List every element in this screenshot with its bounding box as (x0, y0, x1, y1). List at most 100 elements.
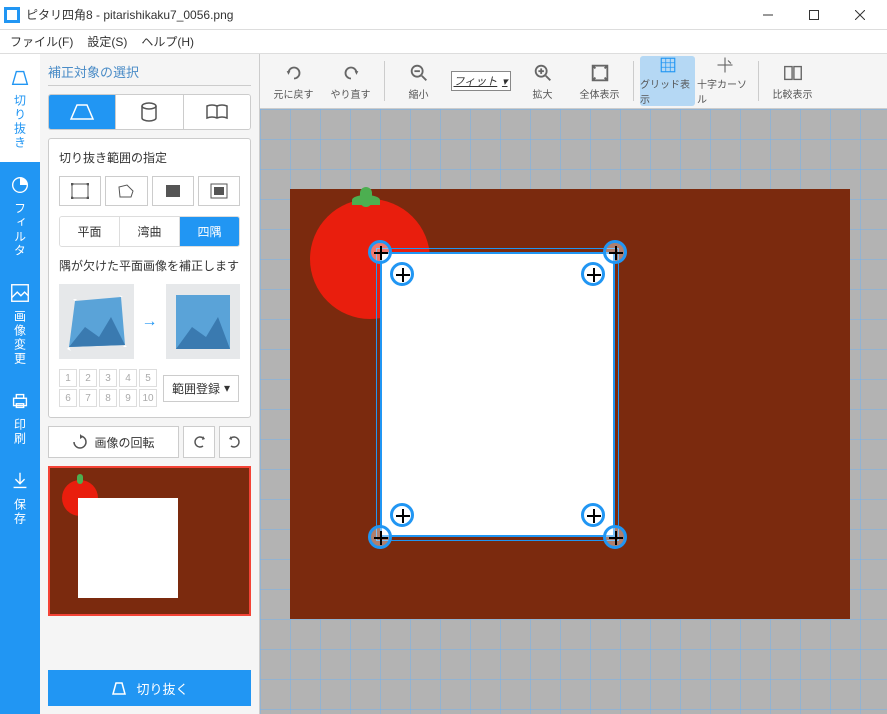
fit-select-container: フィット ▾ (448, 71, 513, 91)
sidebar: 補正対象の選択 切り抜き範囲の指定 平面 湾曲 四隅 (40, 54, 260, 714)
mode-tab-cylinder[interactable] (116, 95, 183, 129)
menu-help[interactable]: ヘルプ(H) (135, 30, 200, 53)
num-5[interactable]: 5 (139, 369, 157, 387)
rail-print-label: 印刷 (12, 418, 29, 446)
menu-file[interactable]: ファイル(F) (4, 30, 79, 53)
zoomout-icon (408, 62, 430, 84)
separator (633, 61, 634, 101)
num-10[interactable]: 10 (139, 389, 157, 407)
shape-poly[interactable] (105, 176, 147, 206)
mode-tab-trapezoid[interactable] (49, 95, 116, 129)
handle-tl-outer[interactable] (368, 240, 392, 264)
seg-corners[interactable]: 四隅 (180, 217, 239, 246)
rail-filter[interactable]: フィルタ (0, 162, 40, 270)
maximize-button[interactable] (791, 0, 837, 30)
thumb-paper (78, 498, 178, 598)
titlebar: ピタリ四角8 - pitarishikaku7_0056.png (0, 0, 887, 30)
menu-settings[interactable]: 設定(S) (81, 30, 133, 53)
grid-button[interactable]: グリッド表示 (640, 56, 695, 106)
num-7[interactable]: 7 (79, 389, 97, 407)
window-controls (745, 0, 883, 30)
save-icon (9, 470, 31, 492)
illustration-before (59, 284, 134, 359)
handle-br-outer[interactable] (603, 525, 627, 549)
minimize-button[interactable] (745, 0, 791, 30)
close-button[interactable] (837, 0, 883, 30)
seg-flat[interactable]: 平面 (60, 217, 120, 246)
print-icon (9, 390, 31, 412)
num-9[interactable]: 9 (119, 389, 137, 407)
range-register-button[interactable]: 範囲登録 ▾ (163, 375, 239, 402)
compare-icon (782, 62, 804, 84)
grid-icon (657, 56, 679, 74)
chevron-down-icon: ▾ (224, 381, 230, 395)
zoomout-label: 縮小 (409, 86, 429, 101)
num-1[interactable]: 1 (59, 369, 77, 387)
rotate-right-button[interactable] (219, 426, 251, 458)
cylinder-icon (139, 102, 159, 122)
rail-print[interactable]: 印刷 (0, 378, 40, 458)
app-icon (4, 7, 20, 23)
zoomin-button[interactable]: 拡大 (515, 56, 570, 106)
help-text: 隅が欠けた平面画像を補正します (59, 257, 240, 274)
crosshair-button[interactable]: 十字カーソル (697, 56, 752, 106)
undo-icon (283, 62, 305, 84)
num-grid: 1 2 3 4 5 6 7 8 9 10 範囲登録 (59, 369, 240, 407)
book-icon (205, 103, 229, 121)
rotate-button[interactable]: 画像の回転 (48, 426, 179, 458)
zoomout-button[interactable]: 縮小 (391, 56, 446, 106)
rail-crop-label: 切り抜き (12, 94, 29, 150)
arrow-icon: → (142, 313, 158, 331)
zoomin-icon (532, 62, 554, 84)
rotate-row: 画像の回転 (48, 426, 251, 458)
illustration-row: → (59, 284, 240, 359)
illustration-after (166, 284, 241, 359)
handle-tl-inner[interactable] (390, 262, 414, 286)
crosshair-icon (714, 56, 736, 74)
rail-save-label: 保存 (12, 498, 29, 526)
crop-icon (9, 66, 31, 88)
undo-label: 元に戻す (274, 86, 314, 101)
rail-filter-label: フィルタ (12, 202, 29, 258)
menubar: ファイル(F) 設定(S) ヘルプ(H) (0, 30, 887, 54)
image-area (290, 189, 850, 619)
undo-button[interactable]: 元に戻す (266, 56, 321, 106)
crop-exec-icon (110, 679, 128, 697)
fit-select[interactable]: フィット ▾ (451, 71, 511, 91)
shape-rect[interactable] (59, 176, 101, 206)
num-4[interactable]: 4 (119, 369, 137, 387)
rail-save[interactable]: 保存 (0, 458, 40, 538)
toolbar: 元に戻す やり直す 縮小 フィット ▾ 拡大 (260, 54, 887, 109)
canvas[interactable] (260, 109, 887, 714)
fitall-button[interactable]: 全体表示 (572, 56, 627, 106)
handle-bl-outer[interactable] (368, 525, 392, 549)
crop-execute-button[interactable]: 切り抜く (48, 670, 251, 706)
rail-crop[interactable]: 切り抜き (0, 54, 40, 162)
handle-br-inner[interactable] (581, 503, 605, 527)
num-2[interactable]: 2 (79, 369, 97, 387)
rotate-left-button[interactable] (183, 426, 215, 458)
num-8[interactable]: 8 (99, 389, 117, 407)
redo-label: やり直す (331, 86, 371, 101)
handle-tr-outer[interactable] (603, 240, 627, 264)
mode-tab-book[interactable] (184, 95, 250, 129)
num-3[interactable]: 3 (99, 369, 117, 387)
redo-button[interactable]: やり直す (323, 56, 378, 106)
shape-buttons (59, 176, 240, 206)
rail-imgchange[interactable]: 画像変更 (0, 270, 40, 378)
handle-bl-inner[interactable] (390, 503, 414, 527)
rotate-label: 画像の回転 (94, 434, 154, 451)
crop-frame[interactable] (380, 252, 615, 537)
handle-tr-inner[interactable] (581, 262, 605, 286)
num-6[interactable]: 6 (59, 389, 77, 407)
compare-button[interactable]: 比較表示 (765, 56, 820, 106)
crosshair-label: 十字カーソル (697, 76, 752, 106)
shape-filled[interactable] (152, 176, 194, 206)
seg-curved[interactable]: 湾曲 (120, 217, 180, 246)
shape-border[interactable] (198, 176, 240, 206)
separator (384, 61, 385, 101)
window-title: ピタリ四角8 - pitarishikaku7_0056.png (26, 6, 745, 23)
rotate-icon (72, 434, 88, 450)
left-rail: 切り抜き フィルタ 画像変更 印刷 保存 (0, 54, 40, 714)
thumbnail[interactable] (48, 466, 251, 616)
